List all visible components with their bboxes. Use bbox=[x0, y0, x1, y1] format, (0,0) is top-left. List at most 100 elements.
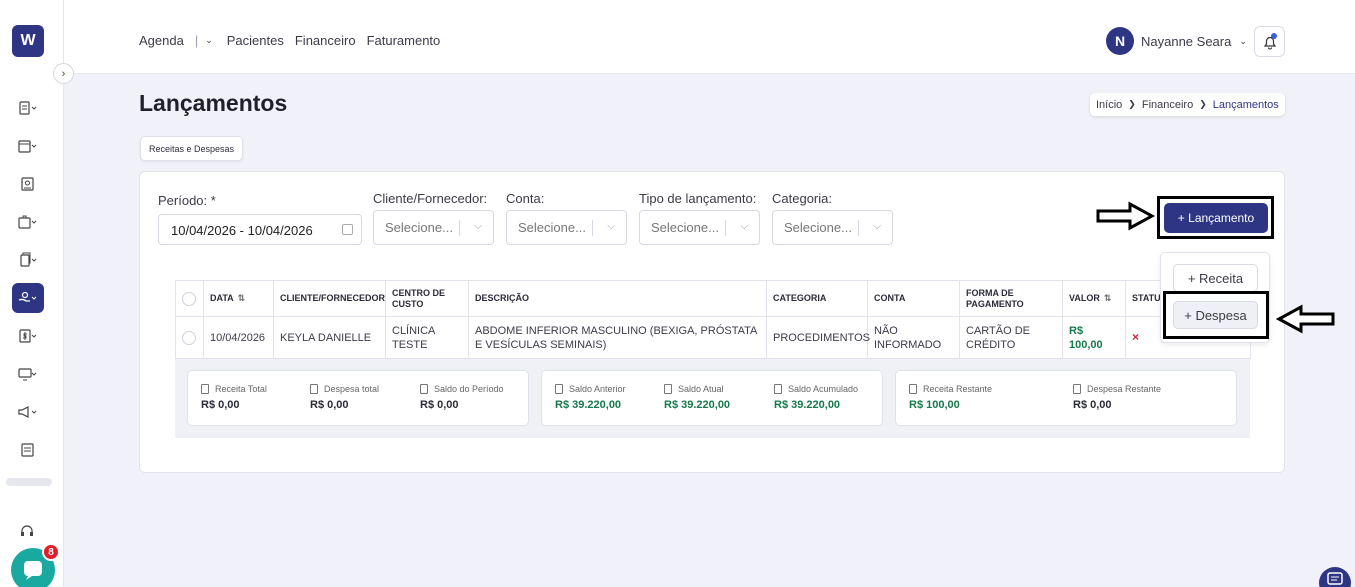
summary-totais: Receita Total R$ 0,00 Despesa total R$ 0… bbox=[187, 370, 529, 426]
summary-despesa-total: Despesa total R$ 0,00 bbox=[310, 384, 379, 411]
chevron-down-icon[interactable]: ⌄ bbox=[205, 35, 213, 46]
chevron-right-icon: ❯ bbox=[1128, 99, 1136, 109]
summary-label: Despesa Restante bbox=[1087, 384, 1162, 394]
summary-receita-restante: Receita Restante R$ 100,00 bbox=[909, 384, 992, 411]
notification-dot bbox=[1271, 33, 1277, 39]
chat-badge: 8 bbox=[42, 543, 60, 561]
cell-cliente: KEYLA DANIELLE bbox=[273, 316, 386, 359]
sidebar-item-marketing[interactable] bbox=[12, 397, 44, 427]
select-divider bbox=[725, 220, 726, 236]
notifications-button[interactable] bbox=[1254, 26, 1285, 57]
nav-financeiro[interactable]: Financeiro bbox=[295, 33, 356, 48]
sidebar-item-clinica[interactable] bbox=[12, 207, 44, 237]
cell-descricao: ABDOME INFERIOR MASCULINO (BEXIGA, PRÓST… bbox=[468, 316, 767, 359]
sidebar-item-monitor[interactable] bbox=[12, 359, 44, 389]
chevron-down-icon: ⌵ bbox=[740, 221, 748, 232]
summary-despesa-restante: Despesa Restante R$ 0,00 bbox=[1073, 384, 1161, 411]
summary-saldo-periodo: Saldo do Período R$ 0,00 bbox=[420, 384, 504, 411]
dollar-file-icon bbox=[19, 329, 37, 343]
col-descricao: DESCRIÇÃO bbox=[468, 280, 767, 317]
cliente-label: Cliente/Fornecedor: bbox=[373, 191, 488, 206]
sidebar-item-documents[interactable] bbox=[12, 93, 44, 123]
summary-saldo-anterior: Saldo Anterior R$ 39.220,00 bbox=[555, 384, 626, 411]
tipo-label: Tipo de lançamento: bbox=[639, 191, 757, 206]
add-receita-button[interactable]: + Receita bbox=[1173, 264, 1258, 292]
dollar-icon bbox=[1073, 384, 1081, 394]
topbar: Agenda | ⌄ Pacientes Financeiro Faturame… bbox=[64, 0, 1355, 74]
categoria-placeholder: Selecione... bbox=[784, 220, 852, 235]
sidebar-item-suporte[interactable] bbox=[12, 516, 44, 546]
sidebar-item-financeiro[interactable] bbox=[12, 283, 44, 313]
categoria-select[interactable]: Selecione... ⌵ bbox=[772, 210, 893, 245]
sidebar-item-pacientes[interactable] bbox=[12, 169, 44, 199]
select-divider bbox=[858, 220, 859, 236]
help-chat-button[interactable] bbox=[1319, 567, 1351, 587]
cell-data: 10/04/2026 bbox=[203, 316, 274, 359]
nav-agenda[interactable]: Agenda bbox=[139, 33, 184, 48]
user-menu[interactable]: N Nayanne Seara ⌄ bbox=[1106, 27, 1247, 55]
col-valor[interactable]: VALOR ⇅ bbox=[1062, 280, 1126, 317]
breadcrumb-section[interactable]: Financeiro bbox=[1142, 99, 1193, 111]
nav-separator: | bbox=[194, 33, 199, 48]
logo-letter: W bbox=[20, 32, 36, 49]
table-header-row: DATA ⇅ CLIENTE/FORNECEDOR CENTRO DE CUSTO… bbox=[175, 280, 1251, 317]
report-icon bbox=[21, 443, 34, 457]
summary-value: R$ 0,00 bbox=[201, 399, 240, 411]
dollar-icon bbox=[420, 384, 428, 394]
col-valor-label: VALOR bbox=[1069, 293, 1100, 303]
app-logo[interactable]: W bbox=[12, 25, 44, 57]
table-row[interactable]: 10/04/2026 KEYLA DANIELLE CLÍNICA TESTE … bbox=[175, 316, 1251, 359]
sidebar-toggle-button[interactable]: › bbox=[53, 63, 74, 84]
summary-label: Saldo Atual bbox=[678, 384, 724, 394]
col-data[interactable]: DATA ⇅ bbox=[203, 280, 274, 317]
dollar-icon bbox=[774, 384, 782, 394]
chevron-right-icon: ❯ bbox=[1199, 99, 1207, 109]
headset-icon bbox=[21, 525, 33, 536]
patient-card-icon bbox=[21, 177, 34, 191]
dollar-icon bbox=[201, 384, 209, 394]
cell-categoria: PROCEDIMENTOS bbox=[766, 316, 870, 359]
periodo-input[interactable]: 10/04/2026 - 10/04/2026 bbox=[158, 214, 362, 245]
sort-icon: ⇅ bbox=[1103, 293, 1112, 303]
megaphone-icon bbox=[18, 406, 37, 418]
conta-select[interactable]: Selecione... ⌵ bbox=[506, 210, 627, 245]
summary-saldo-acumulado: Saldo Acumulado R$ 39.220,00 bbox=[774, 384, 858, 411]
files-icon bbox=[20, 252, 37, 267]
col-cliente: CLIENTE/FORNECEDOR bbox=[273, 280, 386, 317]
monitor-icon bbox=[18, 368, 37, 381]
nav-faturamento[interactable]: Faturamento bbox=[367, 33, 441, 48]
select-all-checkbox[interactable] bbox=[182, 291, 196, 306]
message-icon bbox=[1327, 572, 1343, 585]
top-nav: Agenda | ⌄ Pacientes Financeiro Faturame… bbox=[139, 33, 451, 48]
chevron-down-icon: ⌵ bbox=[873, 221, 881, 232]
summary-value: R$ 39.220,00 bbox=[664, 399, 731, 411]
summary-value: R$ 0,00 bbox=[1073, 399, 1112, 411]
building-icon bbox=[18, 215, 37, 229]
sidebar-item-agenda[interactable] bbox=[12, 131, 44, 161]
dollar-icon bbox=[909, 384, 917, 394]
row-checkbox[interactable] bbox=[182, 330, 196, 345]
breadcrumb-current: Lançamentos bbox=[1212, 98, 1279, 111]
highlight-box-despesa bbox=[1163, 291, 1269, 339]
nav-pacientes[interactable]: Pacientes bbox=[227, 33, 284, 48]
tab-receitas-despesas[interactable]: Receitas e Despesas bbox=[140, 136, 244, 161]
summary-label: Saldo Anterior bbox=[569, 384, 626, 394]
dollar-icon bbox=[664, 384, 672, 394]
col-conta: CONTA bbox=[867, 280, 960, 317]
arrow-left-icon bbox=[1276, 304, 1335, 334]
avatar: N bbox=[1106, 27, 1134, 55]
summary-label: Saldo do Período bbox=[434, 384, 504, 394]
breadcrumb-home[interactable]: Início bbox=[1096, 99, 1122, 111]
categoria-label: Categoria: bbox=[772, 191, 832, 206]
col-categoria: CATEGORIA bbox=[766, 280, 868, 317]
cell-forma: CARTÃO DE CRÉDITO bbox=[959, 316, 1063, 359]
sidebar-item-arquivos[interactable] bbox=[12, 245, 44, 275]
sidebar-item-faturamento[interactable] bbox=[12, 321, 44, 351]
periodo-value: 10/04/2026 - 10/04/2026 bbox=[171, 223, 313, 238]
summary-value: R$ 0,00 bbox=[310, 399, 349, 411]
arrow-right-icon bbox=[1096, 201, 1156, 231]
summary-value: R$ 0,00 bbox=[420, 399, 459, 411]
cliente-select[interactable]: Selecione... ⌵ bbox=[373, 210, 494, 245]
sidebar-item-relatorios[interactable] bbox=[12, 435, 44, 465]
tipo-select[interactable]: Selecione... ⌵ bbox=[639, 210, 760, 245]
